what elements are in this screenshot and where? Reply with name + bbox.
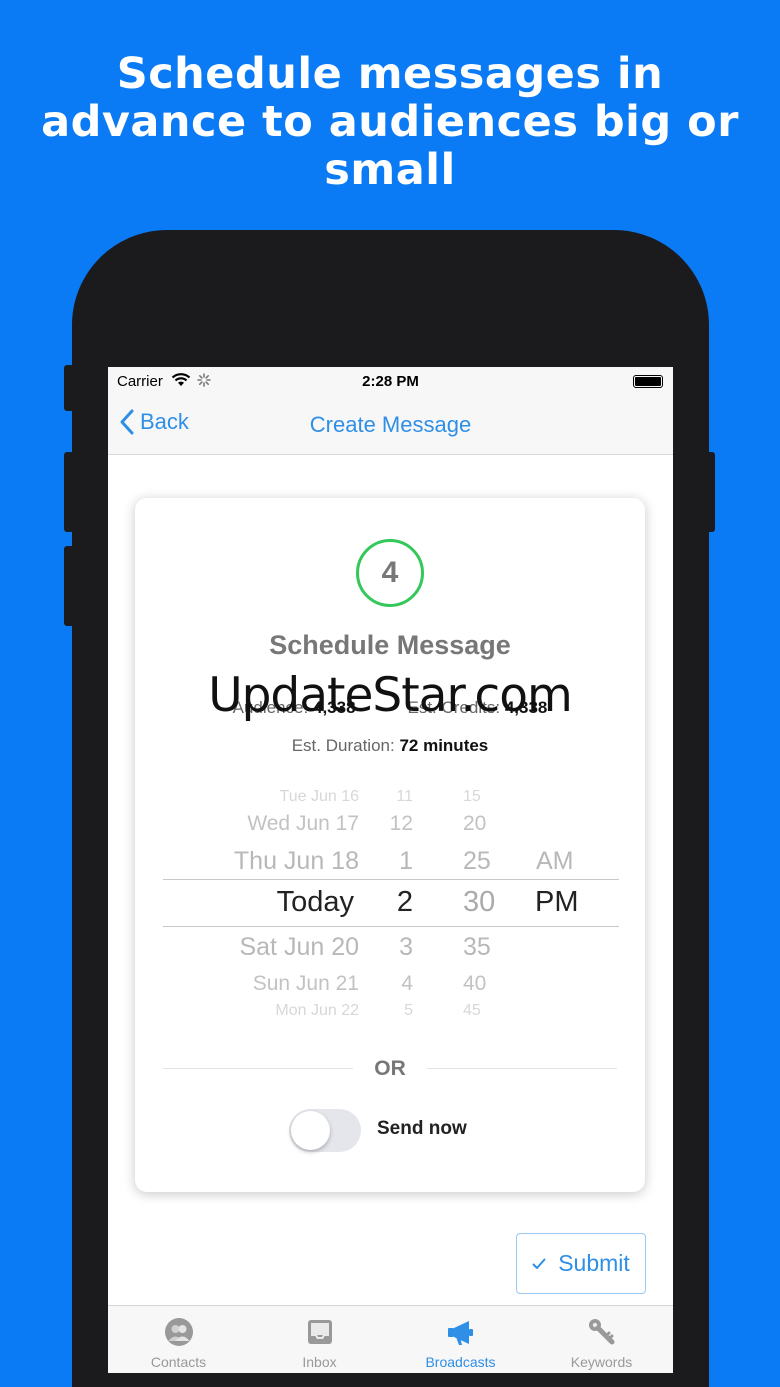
tab-label: Inbox [302,1354,337,1370]
picker-hour-selected[interactable]: 2 [397,886,413,919]
tab-label: Keywords [570,1354,633,1370]
megaphone-icon [448,1321,473,1345]
nav-bar: Back Create Message [108,395,673,455]
submit-label: Submit [558,1250,630,1276]
duration-value: 72 minutes [399,736,489,755]
picker-minute-option[interactable]: 40 [463,972,486,996]
checkmark-icon [532,1258,546,1269]
picker-date-option[interactable]: Sat Jun 20 [239,933,359,962]
picker-date-column[interactable]: Tue Jun 16 Wed Jun 17 Thu Jun 18 Today S… [163,780,359,1026]
picker-date-selected[interactable]: Today [277,886,354,919]
status-time: 2:28 PM [362,373,419,390]
picker-minute-option[interactable]: 35 [463,933,491,962]
battery-icon [633,375,663,388]
picker-hour-option[interactable]: 11 [396,788,413,806]
date-time-picker[interactable]: Tue Jun 16 Wed Jun 17 Thu Jun 18 Today S… [163,780,619,1026]
tab-label: Contacts [150,1354,207,1370]
picker-minute-option[interactable]: 25 [463,847,491,876]
tab-keywords[interactable]: Keywords [531,1306,672,1373]
picker-date-option[interactable]: Mon Jun 22 [275,1002,359,1020]
duration-line: Est. Duration: 72 minutes [135,736,645,756]
picker-date-option[interactable]: Sun Jun 21 [253,972,359,996]
tab-broadcasts[interactable]: Broadcasts [390,1306,531,1373]
picker-minute-option[interactable]: 15 [463,788,481,806]
or-divider: OR [163,1054,617,1084]
picker-minute-selected[interactable]: 30 [463,886,495,919]
headline-line-3: small [324,145,456,195]
picker-hour-column[interactable]: 11 12 1 2 3 4 5 [369,780,429,1026]
send-now-toggle[interactable] [289,1109,361,1152]
page-title: Create Message [309,412,472,437]
headline-line-1: Schedule messages in [116,49,664,99]
tab-contacts[interactable]: Contacts [108,1306,249,1373]
picker-hour-option[interactable]: 5 [404,1002,413,1020]
picker-date-option[interactable]: Tue Jun 16 [280,788,359,806]
status-bar: Carrier 2:28 PM [108,367,673,395]
headline-line-2: advance to audiences big or [41,97,739,147]
picker-date-option[interactable]: Wed Jun 17 [247,812,359,836]
picker-date-option[interactable]: Thu Jun 18 [234,847,359,876]
toggle-knob [291,1111,330,1150]
tab-bar: Contacts Inbox Broadcasts Keywords [108,1305,673,1373]
picker-minute-option[interactable]: 20 [463,812,486,836]
picker-hour-option[interactable]: 4 [401,972,413,996]
picker-minute-option[interactable]: 45 [463,1002,481,1020]
tab-label: Broadcasts [425,1354,496,1370]
picker-hour-option[interactable]: 1 [399,847,413,876]
submit-button[interactable]: Submit [516,1233,646,1294]
picker-period-selected[interactable]: PM [535,886,579,919]
picker-minute-column[interactable]: 15 20 25 30 35 40 45 [439,780,519,1026]
duration-label: Est. Duration: [291,736,395,755]
send-now-label: Send now [377,1118,467,1139]
tab-inbox[interactable]: Inbox [249,1306,390,1373]
picker-period-option[interactable]: AM [536,847,574,876]
schedule-card: 4 Schedule Message Audience: 4,338 Est. … [135,498,645,1192]
contacts-icon [165,1318,193,1346]
key-icon [589,1319,615,1345]
picker-period-column[interactable]: AM PM [523,780,613,1026]
or-label: OR [374,1057,406,1080]
phone-screen: Carrier 2:28 PM Back Create Message 4 Sc… [108,367,673,1373]
picker-hour-option[interactable]: 12 [390,812,413,836]
inbox-icon [308,1320,332,1344]
card-title: Schedule Message [269,630,511,660]
or-line-right [427,1068,617,1069]
headline: Schedule messages in advance to audience… [0,50,780,194]
watermark: UpdateStar.com [208,668,573,723]
step-indicator: 4 [356,539,424,607]
picker-hour-option[interactable]: 3 [399,933,413,962]
